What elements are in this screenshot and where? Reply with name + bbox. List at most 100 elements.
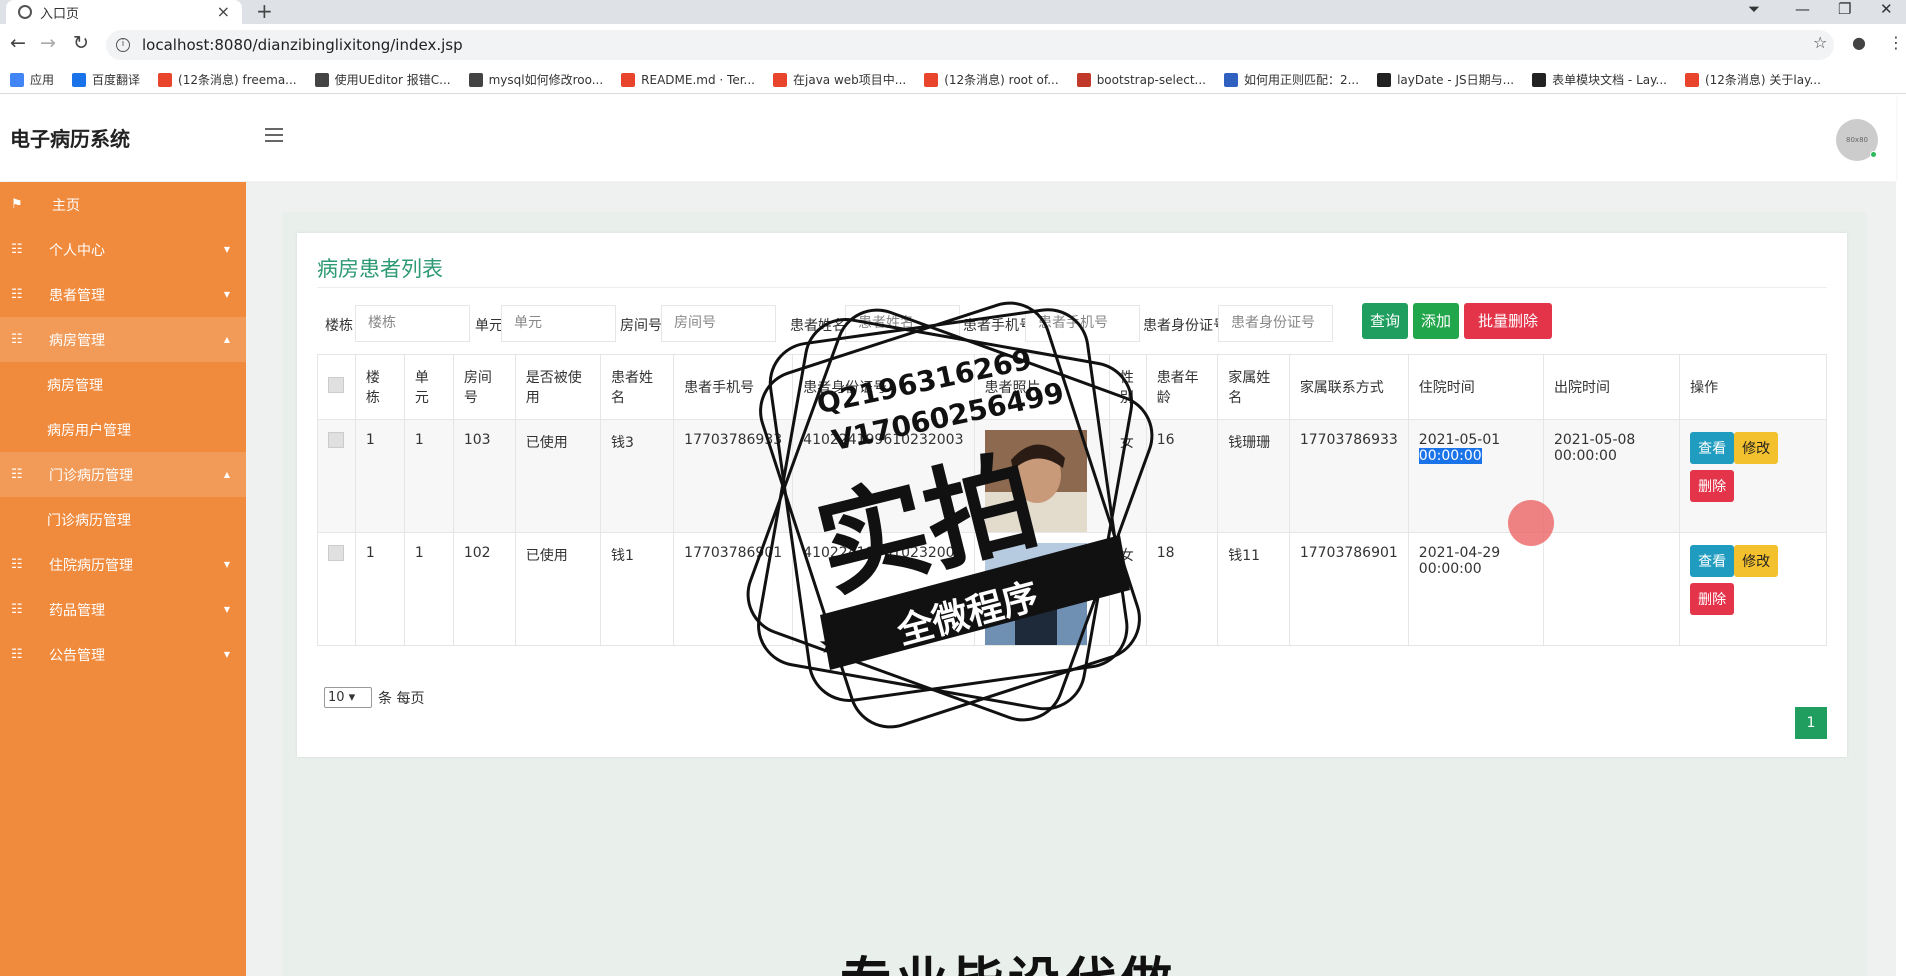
col-header[interactable]: 患者姓名 [600,354,675,420]
bookmark-item[interactable]: 如何用正则匹配：2... [1223,71,1359,88]
bookmark-item[interactable]: 在java web项目中... [773,71,906,88]
browser-tab[interactable]: 入口页 × [6,0,242,24]
bookmark-item[interactable]: 应用 [10,71,54,88]
col-header[interactable]: 家属姓名 [1217,354,1290,420]
col-header[interactable]: 出院时间 [1542,354,1681,420]
cell-room: 102 [452,532,516,646]
delete-button[interactable]: 删除 [1690,470,1735,502]
profile-menu-icon[interactable]: ⏷ [1748,0,1760,18]
bookmark-item[interactable]: (12条消息) root of... [924,71,1059,88]
bookmark-label: (12条消息) 关于lay... [1704,73,1821,87]
sidebar-item-profile[interactable]: ☷ 个人中心 ▼ [0,227,246,272]
restore-icon[interactable]: ❐ [1838,0,1851,18]
view-button[interactable]: 查看 [1690,545,1735,577]
back-icon[interactable]: ← [10,33,26,53]
sidebar-item-label: 门诊病历管理 [49,467,133,484]
sidebar-item-label: 患者管理 [49,287,105,304]
cell-patient-name: 钱1 [600,532,675,646]
bookmark-item[interactable]: README.md · Ter... [621,72,755,87]
col-header[interactable]: 家属联系方式 [1288,354,1409,420]
building-input[interactable]: 楼栋 [355,305,470,342]
bookmark-label: 在java web项目中... [793,73,907,87]
col-header[interactable]: 住院时间 [1407,354,1544,420]
bookmark-item[interactable]: (12条消息) 关于lay... [1684,71,1821,88]
view-button[interactable]: 查看 [1690,432,1735,464]
sidebar-item-notices[interactable]: ☷ 公告管理 ▼ [0,632,246,677]
sidebar-item-outpatient[interactable]: ☷ 门诊病历管理 ▲ [0,452,246,497]
address-bar: ← → ↻ i localhost:8080/dianzibinglixiton… [0,24,1906,66]
patient-id-input[interactable]: 患者身份证号 [1218,305,1333,342]
account-icon[interactable]: ● [1852,33,1866,53]
row-checkbox[interactable] [328,545,344,561]
browser-tabstrip: 入口页 × + ⏷ — ❐ ✕ [0,0,1906,24]
chevron-down-icon: ▼ [223,650,230,659]
svg-text:★: ★ [1100,554,1123,584]
sidebar: ⚑ 主页 ☷ 个人中心 ▼ ☷ 患者管理 ▼ ☷ 病房管理 ▲ 病房管理 病房用… [0,182,246,976]
cell-family-phone: 17703786933 [1288,419,1409,533]
sidebar-item-ward[interactable]: ☷ 病房管理 ▲ [0,317,246,362]
select-all-checkbox[interactable] [328,377,344,393]
bookmark-item[interactable]: mysql如何修改roo... [468,71,603,88]
col-header[interactable]: 楼栋 [354,354,405,420]
bookmark-item[interactable]: 百度翻译 [72,71,140,88]
reload-icon[interactable]: ↻ [73,33,89,53]
sidebar-subitem-ward-users[interactable]: 病房用户管理 [0,407,246,452]
delete-button[interactable]: 删除 [1690,583,1735,615]
admit-date: 2021-04-29 [1418,545,1501,561]
cell-used: 已使用 [514,532,602,646]
grid-icon: ☷ [11,467,23,482]
bookmark-item[interactable]: (12条消息) freema... [158,71,297,88]
url-field[interactable]: i localhost:8080/dianzibinglixitong/inde… [106,30,1834,60]
col-header[interactable]: 房间号 [452,354,516,420]
sidebar-item-home[interactable]: ⚑ 主页 [0,182,246,227]
bookmark-icon [621,72,636,87]
grid-icon: ☷ [11,332,23,347]
edit-button[interactable]: 修改 [1734,432,1779,464]
close-tab-icon[interactable]: × [217,2,230,21]
row-checkbox[interactable] [328,432,344,448]
menu-icon[interactable]: ⋮ [1888,33,1904,53]
bookmark-item[interactable]: bootstrap-select... [1076,72,1206,87]
new-tab-icon[interactable]: + [256,0,273,22]
star-icon[interactable]: ☆ [1813,33,1827,53]
edit-button[interactable]: 修改 [1734,545,1779,577]
unit-input[interactable]: 单元 [501,305,616,342]
sidebar-subitem-ward-manage[interactable]: 病房管理 [0,362,246,407]
bookmark-item[interactable]: 使用UEditor 报错C... [314,71,451,88]
cell-building: 1 [354,419,405,533]
cell-discharge-time [1542,532,1681,646]
cell-building: 1 [354,532,405,646]
page-button-1[interactable]: 1 [1795,707,1827,739]
sidebar-item-patients[interactable]: ☷ 患者管理 ▼ [0,272,246,317]
page-title: 病房患者列表 [317,257,443,281]
sidebar-item-label: 病房用户管理 [47,422,131,439]
cell-actions: 查看 修改 删除 [1679,419,1827,533]
sidebar-item-inpatient[interactable]: ☷ 住院病历管理 ▼ [0,542,246,587]
cell-patient-name: 钱3 [600,419,675,533]
batch-delete-button[interactable]: 批量删除 [1464,303,1552,339]
hamburger-icon[interactable] [265,128,283,146]
minimize-icon[interactable]: — [1795,0,1810,18]
app-header: 电子病历系统 80x80 [0,95,1896,181]
chevron-down-icon: ▼ [223,560,230,569]
bookmark-label: 表单模块文档 - Lay... [1552,73,1667,87]
info-icon[interactable]: i [116,38,130,52]
bookmark-label: layDate - JS日期与... [1397,73,1515,87]
sidebar-item-label: 主页 [52,197,80,214]
avatar[interactable]: 80x80 [1836,119,1878,161]
bookmark-label: 百度翻译 [92,73,141,87]
sidebar-item-drugs[interactable]: ☷ 药品管理 ▼ [0,587,246,632]
close-window-icon[interactable]: ✕ [1880,0,1893,18]
chevron-down-icon: ▼ [223,290,230,299]
bookmark-item[interactable]: layDate - JS日期与... [1377,71,1514,88]
sidebar-subitem-outpatient-manage[interactable]: 门诊病历管理 [0,497,246,542]
bookmark-item[interactable]: 表单模块文档 - Lay... [1532,71,1667,88]
query-button[interactable]: 查询 [1362,303,1408,339]
col-header[interactable]: 单元 [403,354,454,420]
page-size-select[interactable]: 10 ▾ [324,687,372,708]
add-button[interactable]: 添加 [1413,303,1459,339]
col-header[interactable]: 是否被使用 [514,354,602,420]
page-size-control: 10 ▾ 条 每页 [324,687,424,708]
forward-icon[interactable]: → [40,33,56,53]
apps-icon [10,72,24,87]
